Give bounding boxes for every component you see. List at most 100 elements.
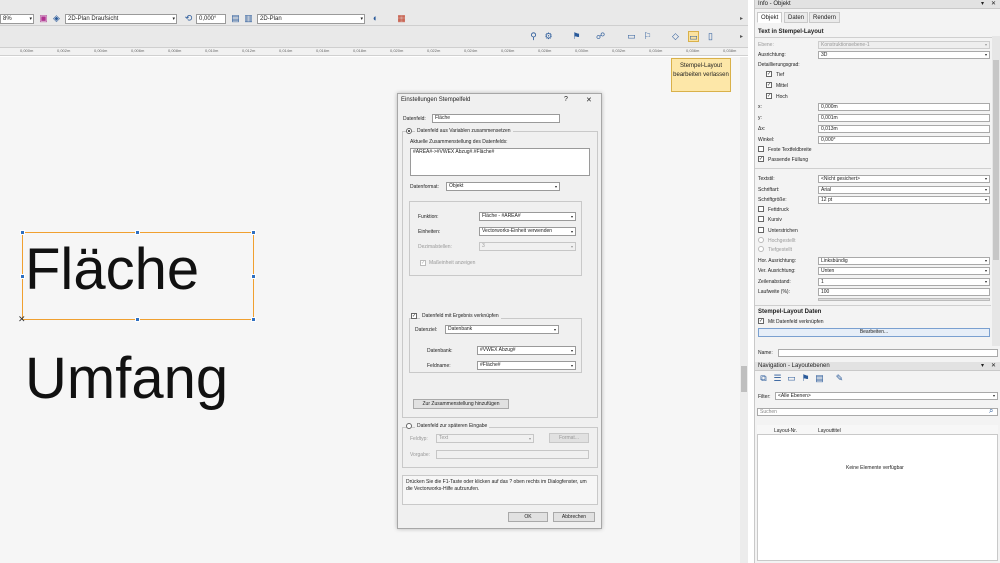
funktion-dropdown[interactable]: Fläche - #AREA# ▾ bbox=[479, 212, 576, 221]
name-input[interactable] bbox=[778, 349, 998, 357]
nav-sheet-icon[interactable]: ▭ bbox=[786, 373, 797, 384]
datenfeld-input[interactable]: Fläche bbox=[432, 114, 560, 123]
selection-handle[interactable] bbox=[251, 274, 256, 279]
rotation-field[interactable]: 0,000° bbox=[196, 14, 226, 24]
toolbar-more-icon[interactable]: ▸ bbox=[736, 14, 747, 25]
layout-list[interactable] bbox=[757, 425, 998, 561]
nav-menu-icon[interactable]: ▾ bbox=[981, 362, 984, 369]
filter-dropdown[interactable]: <Alle Ebenen> ▾ bbox=[775, 392, 998, 400]
plane-mode-icon[interactable]: ▥ bbox=[243, 13, 254, 24]
layer-dropdown[interactable]: 2D-Plan ▾ bbox=[257, 14, 365, 24]
detail-hoch-checkbox[interactable]: ✓ bbox=[766, 93, 772, 99]
drawing-canvas[interactable]: Fläche ✕ Umfang bbox=[0, 57, 740, 563]
datenbank-dropdown[interactable]: #VWEX Abzug# ▾ bbox=[477, 346, 576, 355]
nav-class-icon[interactable]: ▤ bbox=[814, 373, 825, 384]
feldtyp-dropdown[interactable]: Text ▾ bbox=[436, 434, 534, 443]
winkel-field[interactable]: 0,000° bbox=[818, 136, 990, 144]
textstil-dropdown[interactable]: <Nicht gesichert> ▾ bbox=[818, 175, 990, 183]
tab-rendern[interactable]: Rendern bbox=[809, 12, 841, 23]
selection-handle[interactable] bbox=[20, 274, 25, 279]
screen-plane-icon[interactable]: ▭ bbox=[626, 31, 637, 42]
snap-search-icon[interactable]: ⚲ bbox=[528, 31, 539, 42]
stamp-link-checkbox[interactable]: ✓ bbox=[758, 318, 764, 324]
exit-stamp-layout-button[interactable]: Stempel-Layout bearbeiten verlassen bbox=[671, 58, 731, 92]
info-scroll-thumb[interactable] bbox=[993, 60, 999, 260]
format-button[interactable]: Format... bbox=[549, 433, 589, 443]
laufweite-field[interactable]: 100 bbox=[818, 288, 990, 296]
graph-icon[interactable]: ☍ bbox=[595, 31, 606, 42]
passende-fuellung-checkbox[interactable]: ✓ bbox=[758, 156, 764, 162]
later-input-radio[interactable] bbox=[406, 423, 412, 429]
ausrichtung-dropdown[interactable]: 3D ▾ bbox=[818, 51, 990, 59]
tiefgestellt-radio[interactable] bbox=[758, 246, 764, 252]
hochgestellt-radio[interactable] bbox=[758, 237, 764, 243]
fettdruck-checkbox[interactable] bbox=[758, 206, 764, 212]
palette-close-icon[interactable]: ✕ bbox=[991, 0, 996, 7]
schriftart-dropdown[interactable]: Arial ▾ bbox=[818, 186, 990, 194]
stamp-layout-icon[interactable]: ▭ bbox=[688, 31, 699, 42]
walk-icon[interactable]: ⚑ bbox=[571, 31, 582, 42]
ver-ausrichtung-dropdown[interactable]: Unten ▾ bbox=[818, 267, 990, 275]
vorgabe-input[interactable] bbox=[436, 450, 589, 459]
view-icon[interactable]: ◈ bbox=[51, 13, 62, 24]
ebene-dropdown[interactable]: Konstruktionsebene-1 ▾ bbox=[818, 41, 990, 49]
toolbar2-more-icon[interactable]: ▸ bbox=[736, 32, 747, 43]
gear-icon[interactable]: ⚙ bbox=[543, 31, 554, 42]
nav-layers-icon[interactable]: ⧉ bbox=[758, 373, 769, 384]
nav-viewport-icon[interactable]: ⚑ bbox=[800, 373, 811, 384]
add-to-composition-button[interactable]: Zur Zusammenstellung hinzufügen bbox=[413, 399, 509, 409]
detail-tief-checkbox[interactable]: ✓ bbox=[766, 71, 772, 77]
help-button[interactable]: ? bbox=[564, 96, 568, 103]
canvas-scroll-thumb[interactable] bbox=[741, 366, 747, 392]
nav-close-icon[interactable]: ✕ bbox=[991, 362, 996, 369]
pin-icon[interactable]: ⚐ bbox=[642, 31, 653, 42]
datenziel-dropdown[interactable]: Datenbank ▾ bbox=[445, 325, 559, 334]
selection-handle[interactable] bbox=[251, 317, 256, 322]
dx-field[interactable]: 0,013m bbox=[818, 125, 990, 133]
palette-menu-icon[interactable]: ▾ bbox=[981, 0, 984, 7]
tab-daten[interactable]: Daten bbox=[784, 12, 809, 23]
nav-stack-icon[interactable]: ☰ bbox=[772, 373, 783, 384]
layer-icon[interactable]: ▣ bbox=[38, 13, 49, 24]
selection-handle[interactable] bbox=[251, 230, 256, 235]
detail-mittel-checkbox[interactable]: ✓ bbox=[766, 82, 772, 88]
render-icon[interactable]: ◐ bbox=[370, 13, 381, 24]
x-field[interactable]: 0,000m bbox=[818, 103, 990, 111]
zoom-dropdown[interactable]: 8% ▾ bbox=[0, 14, 34, 24]
y-field[interactable]: 0,001m bbox=[818, 114, 990, 122]
feste-breite-checkbox[interactable] bbox=[758, 146, 764, 152]
col-layout-nr[interactable]: Layout-Nr. bbox=[774, 428, 797, 434]
groesse-dropdown[interactable]: 12 pt ▾ bbox=[818, 196, 990, 204]
text-object-umfang[interactable]: Umfang bbox=[25, 347, 228, 411]
nav-edit-icon[interactable]: ✎ bbox=[834, 373, 845, 384]
close-button[interactable]: ✕ bbox=[586, 96, 592, 104]
laufweite-slider[interactable] bbox=[818, 298, 990, 301]
dezimal-dropdown[interactable]: 3 ▾ bbox=[479, 242, 576, 251]
color-icon[interactable]: ▦ bbox=[396, 13, 407, 24]
selection-handle[interactable] bbox=[135, 317, 140, 322]
search-input[interactable]: Suchen bbox=[757, 408, 998, 416]
current-composition-textbox[interactable]: #AREA#->#VWEX Abzug#.#Fläche# bbox=[410, 148, 590, 176]
format-dropdown[interactable]: Objekt ▾ bbox=[446, 182, 560, 191]
hor-ausrichtung-dropdown[interactable]: Linksbündig ▾ bbox=[818, 257, 990, 265]
bearbeiten-button[interactable]: Bearbeiten... bbox=[758, 328, 990, 337]
feldname-dropdown[interactable]: #Fläche# ▾ bbox=[477, 361, 576, 370]
kursiv-checkbox[interactable] bbox=[758, 216, 764, 222]
ok-button[interactable]: OK bbox=[508, 512, 548, 522]
view-dropdown[interactable]: 2D-Plan Draufsicht ▾ bbox=[65, 14, 177, 24]
link-checkbox[interactable]: ✓ bbox=[411, 313, 417, 319]
selection-handle[interactable] bbox=[135, 230, 140, 235]
selection-handle[interactable] bbox=[20, 230, 25, 235]
einheiten-dropdown[interactable]: Vectorworks-Einheit verwenden ▾ bbox=[479, 227, 576, 236]
masseinheit-checkbox[interactable]: ✓ bbox=[420, 260, 426, 266]
canvas-vertical-scrollbar[interactable] bbox=[740, 57, 748, 563]
col-layouttitel[interactable]: Layouttitel bbox=[818, 428, 841, 434]
zeilenabstand-dropdown[interactable]: 1 ▾ bbox=[818, 278, 990, 286]
selection-box[interactable] bbox=[22, 232, 254, 320]
tab-objekt[interactable]: Objekt bbox=[757, 12, 783, 23]
unterstrichen-checkbox[interactable] bbox=[758, 227, 764, 233]
variables-radio[interactable] bbox=[406, 128, 412, 134]
cancel-button[interactable]: Abbrechen bbox=[553, 512, 595, 522]
tag-icon[interactable]: ◇ bbox=[670, 31, 681, 42]
page-icon[interactable]: ▯ bbox=[705, 31, 716, 42]
